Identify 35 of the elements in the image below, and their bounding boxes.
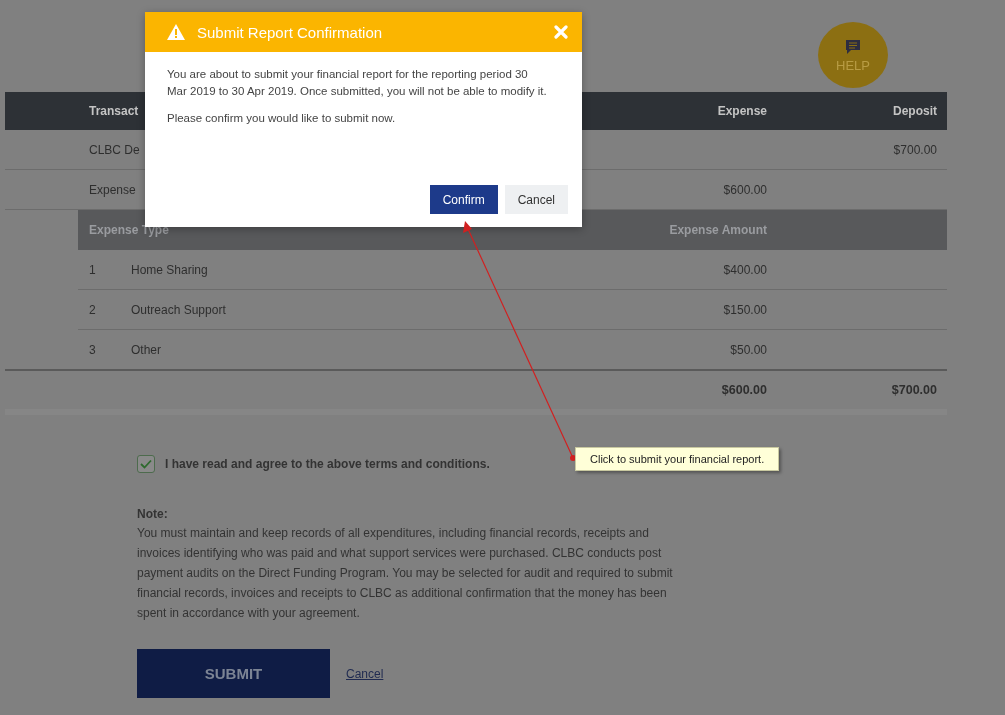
table-cell-text: $50.00 <box>729 342 767 357</box>
column-header: Deposit <box>893 104 937 118</box>
cancel-button[interactable]: Cancel <box>504 185 568 214</box>
total-deposit: $700.00 <box>890 383 937 397</box>
dialog-message: You are about to submit your financial report for the reporting period 30 Mar 2019 to 30 Apr 2019. Once submitted, you will not be able to modify it. <box>167 67 548 99</box>
row-number: 1 <box>89 262 97 277</box>
chat-icon <box>844 37 862 56</box>
table-cell-text: Expense <box>89 182 137 197</box>
submit-button[interactable]: SUBMIT <box>137 649 330 698</box>
dialog-message: Please confirm you would like to submit now. <box>167 111 397 126</box>
row-number: 3 <box>89 342 97 357</box>
note-heading: Note: <box>137 507 169 521</box>
dialog-title: Submit Report Confirmation <box>197 23 384 41</box>
agree-checkbox[interactable] <box>137 455 155 473</box>
column-header: Expense <box>717 104 767 118</box>
table-cell: $700.00 <box>893 142 937 157</box>
warning-icon <box>167 24 185 40</box>
table-cell-text: $400.00 <box>722 262 767 277</box>
note-text: You must maintain and keep records of all expenditures, including financial records, receipts and invoices identifying who was paid and what support services were purchased. CLBC conducts post payment audits on the Direct Funding Program. You may be selected for audit and required to submit financial records, invoices and receipts to CLBC as additional confirmation that the money has been spent in accordance with your agreement. <box>137 525 674 622</box>
row-number: 2 <box>89 302 97 317</box>
total-expense: $600.00 <box>720 383 767 397</box>
check-icon <box>140 459 152 469</box>
table-cell: $600.00 <box>723 182 767 197</box>
table-cell-text: CLBC De <box>89 142 141 157</box>
table-cell-text: Other <box>131 342 162 357</box>
table-cell-text: Outreach Support <box>131 302 227 317</box>
agreement-label: I have read and agree to the above terms and conditions. <box>165 457 490 471</box>
column-header: Transact <box>89 104 139 118</box>
close-icon[interactable] <box>554 25 568 39</box>
cancel-link[interactable]: Cancel <box>346 666 384 681</box>
table-cell-text: Home Sharing <box>131 262 209 277</box>
confirm-button[interactable]: Confirm <box>429 185 498 214</box>
table-cell-text: $150.00 <box>722 302 767 317</box>
column-header: Expense Amount <box>669 223 767 237</box>
callout-tooltip: Click to submit your financial report. <box>575 447 780 471</box>
